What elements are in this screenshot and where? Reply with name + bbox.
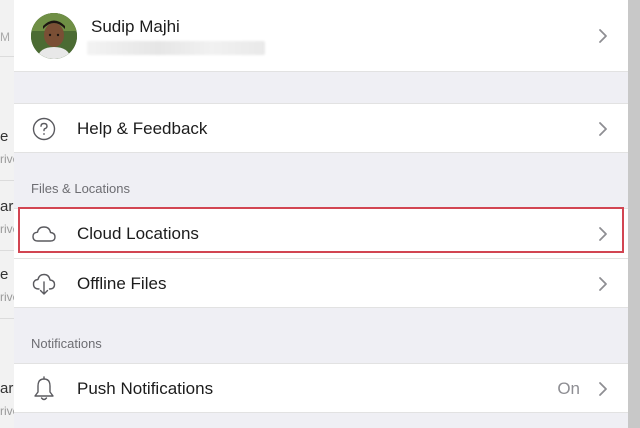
chevron-right-icon [599, 227, 607, 241]
chevron-right-icon [599, 382, 607, 396]
section-gap [14, 72, 628, 103]
cloud-locations-label: Cloud Locations [77, 224, 199, 243]
chevron-right-icon [599, 277, 607, 291]
background-fragment: e [0, 266, 9, 283]
help-feedback-row[interactable]: Help & Feedback [14, 103, 628, 153]
profile-name: Sudip Majhi [91, 17, 180, 36]
profile-row[interactable]: Sudip Majhi [14, 0, 628, 72]
background-fragment: ar [0, 380, 14, 397]
cloud-icon [31, 221, 57, 247]
background-list: M e rive ar rive e rive ar rive [0, 0, 19, 428]
bell-icon [31, 376, 57, 402]
push-notifications-label: Push Notifications [77, 379, 214, 398]
avatar [31, 13, 77, 59]
background-fragment: e [0, 128, 9, 145]
offline-files-label: Offline Files [77, 274, 167, 293]
section-header-files: Files & Locations [31, 181, 130, 196]
cloud-locations-row[interactable]: Cloud Locations [14, 208, 628, 258]
background-fragment: ar [0, 198, 14, 215]
background-dim [628, 0, 640, 428]
push-notifications-row[interactable]: Push Notifications On [14, 363, 628, 413]
cloud-download-icon [31, 271, 57, 297]
profile-email-blurred [87, 41, 265, 55]
chevron-right-icon [599, 29, 607, 43]
offline-files-row[interactable]: Offline Files [14, 258, 628, 308]
files-section-gap: Files & Locations [14, 153, 628, 208]
section-header-notifications: Notifications [31, 336, 102, 351]
settings-panel: Sudip Majhi Help & Feedback Files & Loca… [14, 0, 628, 428]
help-feedback-label: Help & Feedback [77, 119, 208, 138]
chevron-right-icon [599, 122, 607, 136]
background-fragment: M [0, 30, 10, 44]
bottom-gap [14, 413, 628, 428]
push-notifications-value: On [557, 379, 580, 398]
notifications-section-gap: Notifications [14, 308, 628, 363]
question-circle-icon [31, 116, 57, 142]
